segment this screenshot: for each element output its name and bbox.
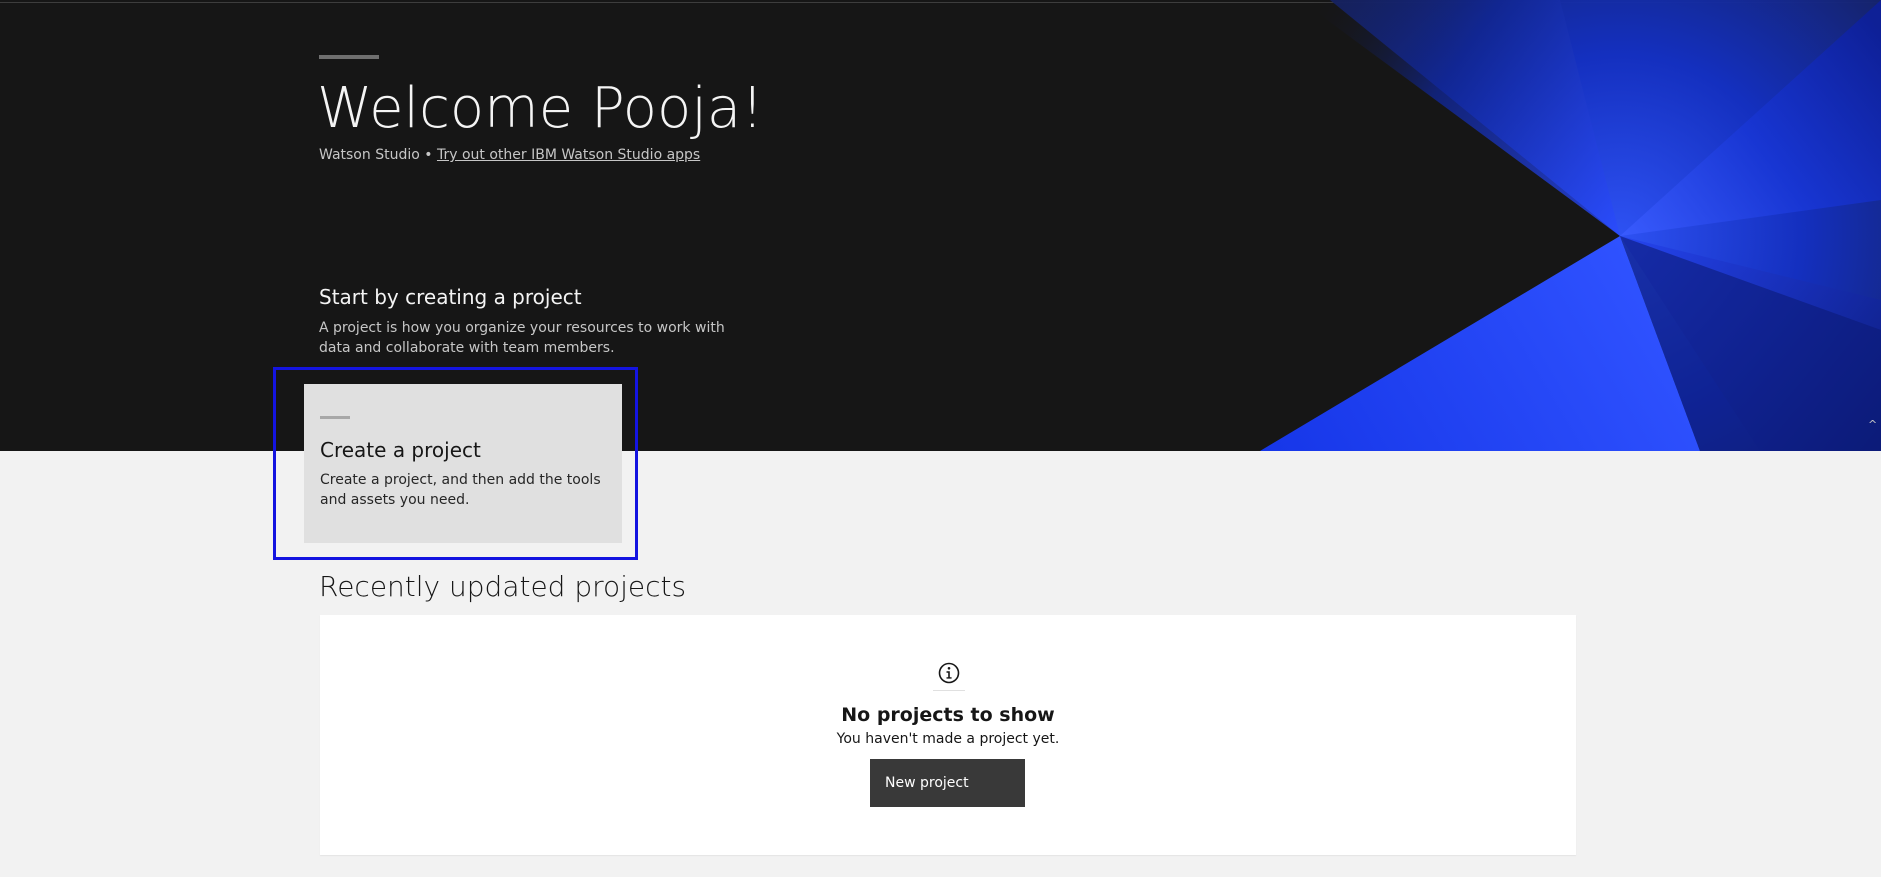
other-apps-link[interactable]: Try out other IBM Watson Studio apps: [437, 147, 700, 163]
start-heading: Start by creating a project: [319, 285, 582, 309]
start-description: A project is how you organize your resou…: [319, 320, 725, 356]
create-project-tile[interactable]: Create a project Create a project, and t…: [304, 384, 622, 543]
hero-accent-bar: [319, 55, 379, 59]
new-project-button[interactable]: New project: [870, 759, 1025, 807]
icon-underline: [933, 690, 965, 691]
hero-decorative-art: [1260, 0, 1881, 451]
empty-state-title: No projects to show: [841, 704, 1055, 726]
tile-accent-bar: [320, 416, 350, 419]
hero-subline: Watson Studio • Try out other IBM Watson…: [319, 147, 700, 163]
recent-projects-heading: Recently updated projects: [319, 570, 687, 603]
separator-dot: •: [424, 147, 433, 163]
product-name: Watson Studio: [319, 147, 420, 163]
tile-title: Create a project: [320, 438, 481, 462]
info-icon: [938, 662, 960, 684]
tile-description: Create a project, and then add the tools…: [320, 472, 601, 508]
hero-banner: Welcome Pooja! Watson Studio • Try out o…: [0, 0, 1881, 451]
empty-state-subtitle: You haven't made a project yet.: [836, 731, 1060, 747]
chevron-up-icon[interactable]: ^: [1868, 418, 1877, 431]
welcome-heading: Welcome Pooja!: [317, 76, 764, 141]
recent-projects-panel: No projects to show You haven't made a p…: [320, 615, 1576, 855]
